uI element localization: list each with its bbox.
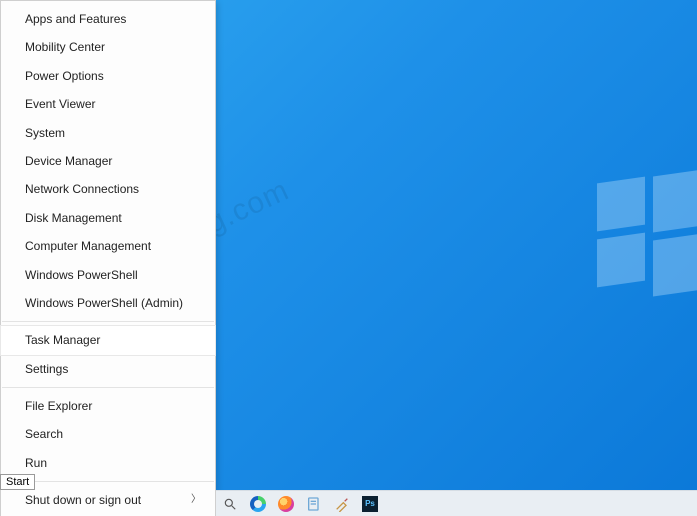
taskbar-search-icon[interactable]	[220, 494, 240, 514]
menu-item-label: Apps and Features	[25, 12, 126, 26]
menu-item-label: System	[25, 126, 65, 140]
menu-item-label: Settings	[25, 362, 68, 376]
menu-network-connections[interactable]: Network Connections	[1, 175, 215, 203]
taskbar-firefox-icon[interactable]	[276, 494, 296, 514]
taskbar: Ps	[216, 490, 697, 516]
menu-item-label: Network Connections	[25, 182, 139, 196]
chevron-right-icon: 〉	[191, 494, 201, 506]
menu-run[interactable]: Run	[1, 449, 215, 477]
menu-search[interactable]: Search	[1, 420, 215, 448]
desktop: geekermag.com Apps and Features Mobility…	[0, 0, 697, 516]
menu-event-viewer[interactable]: Event Viewer	[1, 90, 215, 118]
menu-separator	[2, 387, 214, 388]
taskbar-edge-icon[interactable]	[248, 494, 268, 514]
menu-shut-down-or-sign-out[interactable]: Shut down or sign out 〉	[1, 486, 215, 514]
taskbar-photoshop-icon[interactable]: Ps	[360, 494, 380, 514]
menu-item-label: Mobility Center	[25, 40, 105, 54]
menu-mobility-center[interactable]: Mobility Center	[1, 33, 215, 61]
menu-item-label: Windows PowerShell (Admin)	[25, 296, 183, 310]
menu-item-label: Device Manager	[25, 154, 112, 168]
start-tooltip: Start	[0, 474, 35, 490]
menu-file-explorer[interactable]: File Explorer	[1, 392, 215, 420]
menu-item-label: Power Options	[25, 69, 104, 83]
photoshop-label: Ps	[362, 496, 378, 512]
menu-windows-powershell[interactable]: Windows PowerShell	[1, 261, 215, 289]
menu-item-label: File Explorer	[25, 399, 92, 413]
menu-item-label: Event Viewer	[25, 97, 95, 111]
menu-disk-management[interactable]: Disk Management	[1, 204, 215, 232]
menu-item-label: Disk Management	[25, 211, 122, 225]
menu-system[interactable]: System	[1, 119, 215, 147]
menu-power-options[interactable]: Power Options	[1, 62, 215, 90]
menu-apps-and-features[interactable]: Apps and Features	[1, 5, 215, 33]
menu-separator	[2, 321, 214, 322]
menu-item-label: Shut down or sign out	[25, 493, 141, 507]
menu-computer-management[interactable]: Computer Management	[1, 232, 215, 260]
taskbar-paint-icon[interactable]	[332, 494, 352, 514]
menu-device-manager[interactable]: Device Manager	[1, 147, 215, 175]
menu-settings[interactable]: Settings	[1, 355, 215, 383]
menu-item-label: Search	[25, 427, 63, 441]
winx-context-menu: Apps and Features Mobility Center Power …	[0, 0, 216, 516]
menu-task-manager[interactable]: Task Manager	[1, 326, 215, 354]
menu-item-label: Run	[25, 456, 47, 470]
menu-windows-powershell-admin[interactable]: Windows PowerShell (Admin)	[1, 289, 215, 317]
windows-logo-wallpaper	[597, 180, 697, 300]
taskbar-notepad-icon[interactable]	[304, 494, 324, 514]
menu-item-label: Task Manager	[25, 333, 100, 347]
menu-item-label: Computer Management	[25, 239, 151, 253]
menu-item-label: Windows PowerShell	[25, 268, 138, 282]
